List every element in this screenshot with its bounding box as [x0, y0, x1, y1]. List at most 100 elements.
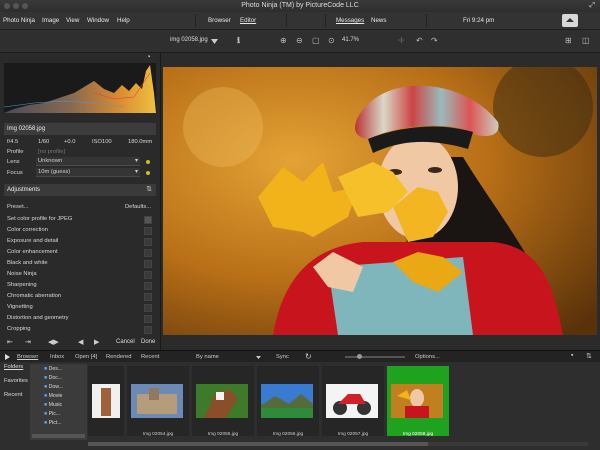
thumbnail-cell[interactable]: Img 02056.jpg	[257, 366, 319, 437]
menu-bar: Photo Ninja Image View Window Help Brows…	[0, 12, 600, 30]
adjustment-item[interactable]: Cropping	[7, 326, 31, 332]
collapse-icon[interactable]: ⇅	[586, 352, 592, 360]
adjustment-item[interactable]: Black and white	[7, 260, 48, 266]
eject-button[interactable]	[562, 14, 578, 27]
checkbox[interactable]	[144, 271, 152, 279]
checkbox[interactable]	[144, 227, 152, 235]
compare-icon[interactable]: ◀▶	[48, 338, 59, 346]
thumbnail-cell[interactable]	[88, 366, 124, 436]
pin-icon[interactable]: ▪	[148, 54, 150, 60]
thumbnail-cell[interactable]: Img 02054.jpg	[127, 366, 189, 437]
split-view-icon[interactable]: ◫	[582, 36, 590, 45]
folders-tab[interactable]: Folders	[4, 364, 23, 370]
news-link[interactable]: News	[371, 17, 386, 24]
fit-to-window-icon[interactable]: ▢	[312, 36, 320, 45]
next-icon[interactable]: ▶	[94, 338, 99, 346]
thumbnail-cell[interactable]: Img 02055.jpg	[192, 366, 254, 437]
recent-tab[interactable]: Recent	[4, 392, 22, 398]
previous-icon[interactable]: ◀	[78, 338, 83, 346]
adjustment-item[interactable]: Color correction	[7, 227, 48, 233]
lens-select[interactable]: Unknown ▾	[36, 157, 140, 166]
adjustment-item[interactable]: Set color profile for JPEG	[7, 216, 72, 222]
checkbox[interactable]	[144, 326, 152, 334]
checkbox[interactable]	[144, 304, 152, 312]
cancel-button[interactable]: Cancel	[116, 339, 135, 345]
checkbox[interactable]	[144, 238, 152, 246]
favorites-tab[interactable]: Favorites	[4, 378, 28, 384]
single-view-icon[interactable]: ⊞	[565, 36, 572, 45]
thumbnail-scrollbar[interactable]	[88, 442, 588, 446]
tree-folder[interactable]: ■ Des...	[44, 366, 62, 372]
tab-rendered[interactable]: Rendered	[106, 354, 131, 360]
adjustments-header[interactable]: Adjustments ⇅	[4, 184, 156, 196]
tree-folder[interactable]: ■ Music	[44, 402, 62, 408]
thumbnail-cell[interactable]: Img 02057.jpg	[322, 366, 384, 437]
adjustment-item[interactable]: Exposure and detail	[7, 238, 58, 244]
move-icon[interactable]: ✛	[398, 36, 405, 45]
focus-select[interactable]: 10m (guess) ▾	[36, 168, 140, 177]
sort-select[interactable]: By name	[196, 354, 219, 360]
slider-handle[interactable]	[357, 354, 362, 359]
messages-link[interactable]: Messages	[336, 17, 364, 24]
adjustment-item[interactable]: Chromatic aberration	[7, 293, 61, 299]
first-frame-icon[interactable]: ⇤	[7, 338, 13, 346]
menu-help[interactable]: Help	[117, 17, 130, 24]
tree-folder[interactable]: ■ Dow...	[44, 384, 63, 390]
adjustment-item[interactable]: Color enhancement	[7, 249, 58, 255]
redo-icon[interactable]: ↷	[431, 36, 438, 45]
tab-browser[interactable]: Browser	[17, 354, 38, 360]
pin-icon[interactable]: ▪	[571, 352, 573, 359]
adjustment-item[interactable]: Vignetting	[7, 304, 33, 310]
menu-view[interactable]: View	[66, 17, 79, 24]
checkbox[interactable]	[144, 315, 152, 323]
file-selector[interactable]: img 02058.jpg	[170, 37, 208, 43]
zoom-in-icon[interactable]: ⊕	[280, 36, 287, 45]
tree-scrollbar[interactable]	[32, 434, 85, 438]
tree-folder[interactable]: ■ Doc...	[44, 375, 62, 381]
adjustment-item[interactable]: Noise Ninja	[7, 271, 37, 277]
menu-window[interactable]: Window	[87, 17, 109, 24]
next-adjust-icon[interactable]: ⇥	[25, 338, 31, 346]
menu-image[interactable]: Image	[42, 17, 59, 24]
thumbnail-label: Img 02055.jpg	[207, 432, 239, 437]
tab-inbox[interactable]: Inbox	[50, 354, 64, 360]
zoom-out-icon[interactable]: ⊖	[296, 36, 303, 45]
refresh-icon[interactable]: ↻	[305, 352, 312, 361]
zoom-actual-icon[interactable]: ⊙	[328, 36, 335, 45]
tab-browser[interactable]: Browser	[208, 17, 231, 24]
tab-recent[interactable]: Recent	[141, 354, 159, 360]
done-button[interactable]: Done	[141, 339, 155, 345]
tab-editor[interactable]: Editor	[240, 17, 256, 24]
tree-folder[interactable]: ■ Pict...	[44, 420, 62, 426]
file-name: Img 02058.jpg	[7, 126, 46, 132]
sync-button[interactable]: Sync	[276, 354, 289, 360]
scroll-thumb[interactable]	[88, 442, 428, 446]
thumbnail-cell-selected[interactable]: Img 02058.jpg	[387, 366, 449, 437]
preset-button[interactable]: Preset...	[7, 204, 29, 210]
checkbox[interactable]	[144, 293, 152, 301]
undo-icon[interactable]: ↶	[416, 36, 423, 45]
checkbox[interactable]	[144, 249, 152, 257]
info-icon[interactable]: ℹ	[237, 36, 240, 45]
updown-chevron-icon[interactable]: ⇅	[146, 185, 152, 193]
thumbnail-image	[196, 384, 248, 418]
checkbox[interactable]	[144, 282, 152, 290]
fullscreen-icon[interactable]: ⤢	[589, 0, 595, 12]
close-window-icon[interactable]	[4, 3, 10, 9]
defaults-button[interactable]: Defaults...	[125, 204, 151, 210]
zoom-window-icon[interactable]	[22, 3, 28, 9]
tree-folder[interactable]: ■ Pic...	[44, 411, 60, 417]
thumbnail-size-slider[interactable]	[345, 354, 405, 359]
checkbox[interactable]	[144, 260, 152, 268]
minimize-window-icon[interactable]	[13, 3, 19, 9]
adjustment-item[interactable]: Sharpening	[7, 282, 37, 288]
chevron-down-icon[interactable]	[256, 356, 261, 359]
adjustment-item[interactable]: Distortion and geometry	[7, 315, 69, 321]
chevron-down-icon[interactable]	[211, 39, 218, 44]
menu-photo-ninja[interactable]: Photo Ninja	[3, 17, 35, 24]
tab-open[interactable]: Open [4]	[75, 354, 97, 360]
play-icon[interactable]	[5, 354, 10, 360]
checkbox[interactable]	[144, 216, 152, 224]
tree-folder[interactable]: ■ Movie	[44, 393, 62, 399]
options-button[interactable]: Options...	[415, 354, 440, 360]
